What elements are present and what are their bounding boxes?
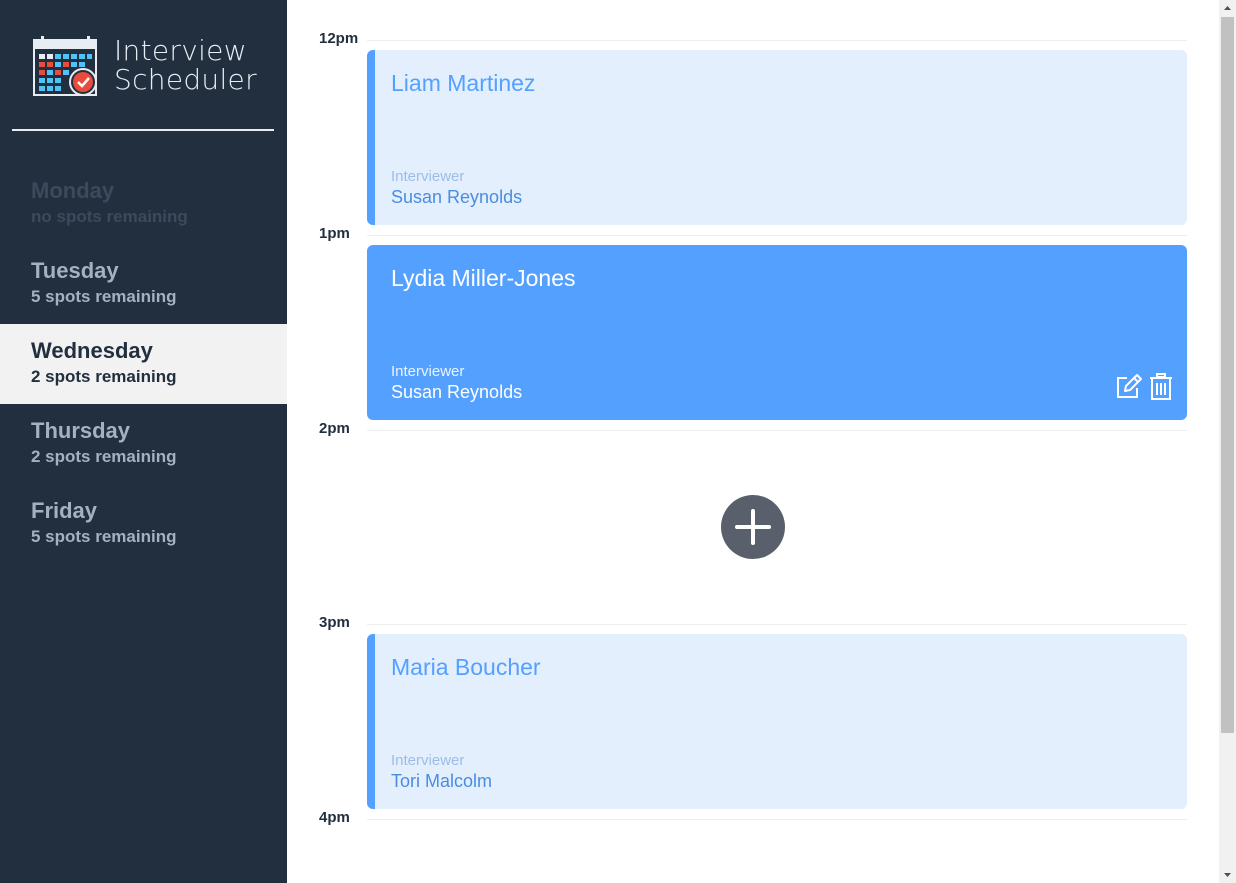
day-item-thursday[interactable]: Thursday 2 spots remaining — [0, 404, 287, 484]
edit-icon[interactable] — [1115, 373, 1143, 401]
scroll-down-arrow-icon[interactable] — [1219, 866, 1236, 883]
scroll-up-arrow-icon[interactable] — [1219, 0, 1236, 17]
day-list: Monday no spots remaining Tuesday 5 spot… — [0, 164, 287, 564]
plus-icon — [721, 509, 785, 563]
day-item-wednesday[interactable]: Wednesday 2 spots remaining — [0, 324, 287, 404]
student-name: Liam Martinez — [391, 70, 536, 96]
appointment-actions — [1115, 373, 1179, 403]
slot-divider — [367, 624, 1187, 625]
interviewer-label: Interviewer — [391, 363, 465, 380]
interviewer-label: Interviewer — [391, 168, 465, 185]
slot-divider — [367, 235, 1187, 236]
app: Interview Scheduler Monday no spots rema… — [0, 0, 1236, 883]
app-title: Interview Scheduler — [114, 36, 257, 94]
trash-icon[interactable] — [1149, 373, 1177, 401]
slot-divider — [367, 819, 1187, 820]
day-item-tuesday[interactable]: Tuesday 5 spots remaining — [0, 244, 287, 324]
day-item-monday[interactable]: Monday no spots remaining — [0, 164, 287, 244]
day-spots-remaining: no spots remaining — [31, 207, 188, 226]
day-spots-remaining: 5 spots remaining — [31, 527, 177, 546]
app-title-line2: Scheduler — [114, 63, 257, 96]
time-label: 12pm — [319, 30, 359, 47]
interviewer-name: Susan Reynolds — [391, 187, 523, 207]
app-title-line1: Interview — [114, 34, 247, 67]
interviewer-name: Tori Malcolm — [391, 771, 493, 791]
day-name: Friday — [31, 498, 98, 523]
sidebar: Interview Scheduler Monday no spots rema… — [0, 0, 287, 883]
sidebar-divider — [12, 129, 274, 131]
appointment-card[interactable]: Maria Boucher Interviewer Tori Malcolm — [367, 634, 1187, 809]
day-name: Thursday — [31, 418, 131, 443]
calendar-check-icon — [33, 36, 97, 98]
schedule: 12pm Liam Martinez Interviewer Susan Rey… — [287, 0, 1219, 883]
appointment-card-hovered[interactable]: Lydia Miller-Jones Interviewer Susan Rey… — [367, 245, 1187, 420]
time-label: 3pm — [319, 614, 350, 631]
day-spots-remaining: 2 spots remaining — [31, 367, 177, 386]
day-name: Monday — [31, 178, 115, 203]
student-name: Lydia Miller-Jones — [391, 265, 576, 291]
day-name: Tuesday — [31, 258, 119, 283]
scrollbar-thumb[interactable] — [1221, 17, 1234, 733]
time-label: 1pm — [319, 225, 350, 242]
slot-divider — [367, 430, 1187, 431]
day-item-friday[interactable]: Friday 5 spots remaining — [0, 484, 287, 564]
time-label: 2pm — [319, 420, 350, 437]
day-spots-remaining: 2 spots remaining — [31, 447, 177, 466]
interviewer-name: Susan Reynolds — [391, 382, 523, 402]
student-name: Maria Boucher — [391, 654, 541, 680]
vertical-scrollbar[interactable] — [1219, 0, 1236, 883]
appointment-card[interactable]: Liam Martinez Interviewer Susan Reynolds — [367, 50, 1187, 225]
interviewer-label: Interviewer — [391, 752, 465, 769]
add-appointment-button[interactable] — [721, 495, 785, 559]
slot-divider — [367, 40, 1187, 41]
day-name: Wednesday — [31, 338, 153, 363]
brand: Interview Scheduler — [33, 36, 273, 98]
day-spots-remaining: 5 spots remaining — [31, 287, 177, 306]
time-label: 4pm — [319, 809, 350, 826]
